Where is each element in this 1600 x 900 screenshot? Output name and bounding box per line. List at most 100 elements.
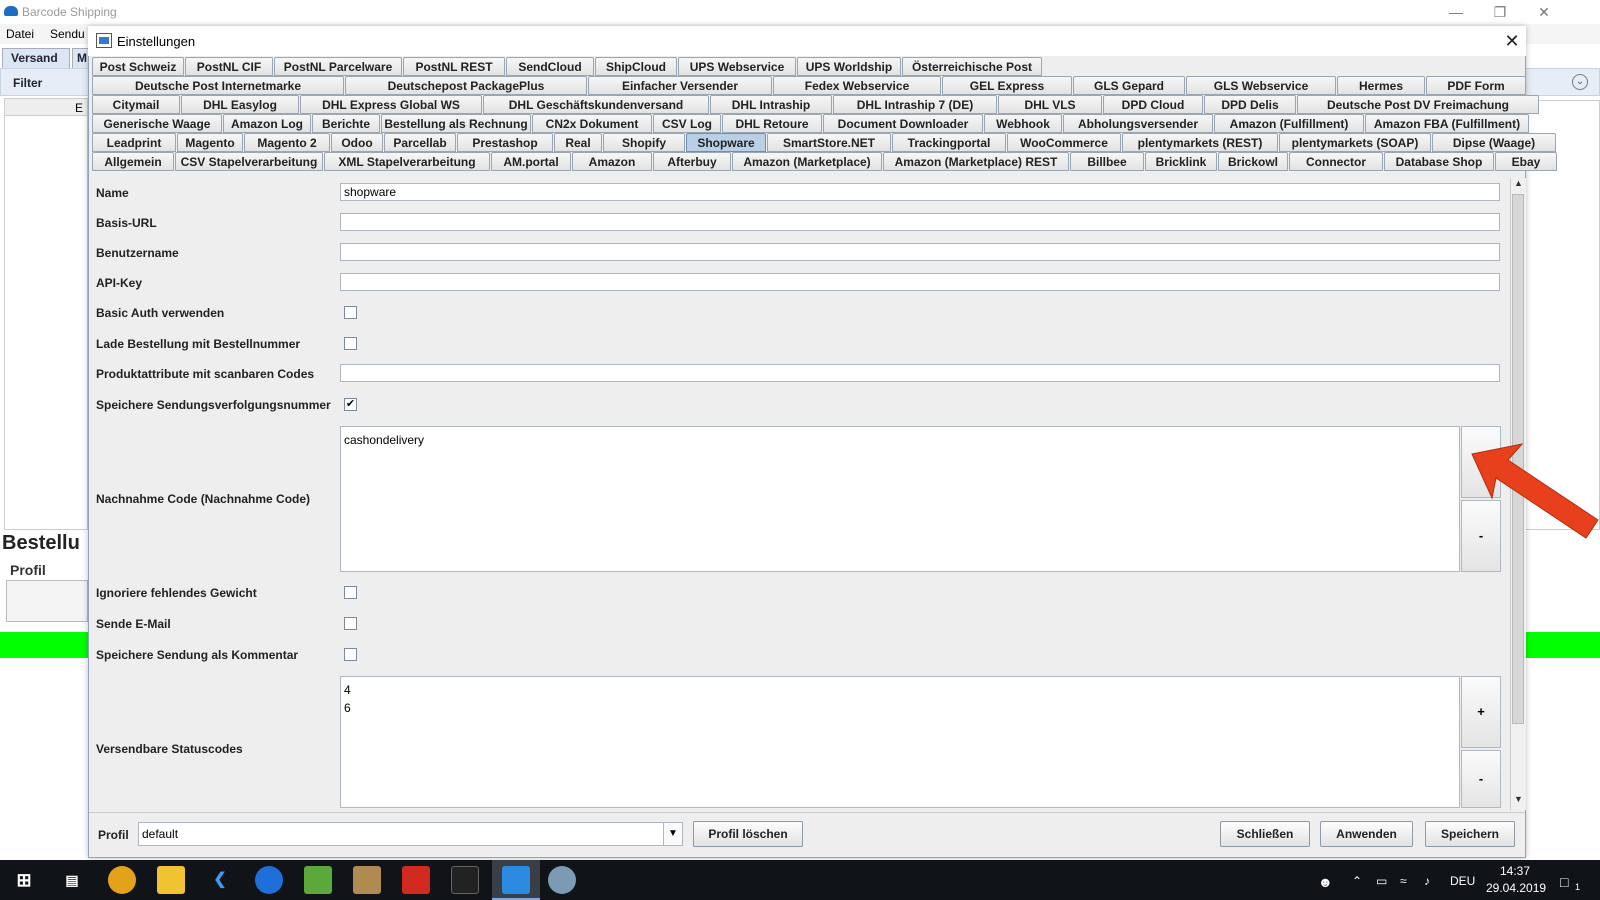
- filter-panel[interactable]: Filter: [0, 68, 90, 96]
- productattr-field[interactable]: [340, 364, 1500, 382]
- tab-dpd-cloud[interactable]: DPD Cloud: [1103, 95, 1203, 114]
- tab-xml-stapelverarbeitung[interactable]: XML Stapelverarbeitung: [324, 152, 490, 171]
- sendmail-checkbox[interactable]: [344, 617, 357, 630]
- tab-einfacher-versender[interactable]: Einfacher Versender: [588, 76, 772, 95]
- tab-real[interactable]: Real: [554, 133, 602, 152]
- scroll-down-icon[interactable]: ▼: [1511, 794, 1526, 808]
- list-item[interactable]: cashondelivery: [344, 431, 1456, 449]
- tab-parcellab[interactable]: Parcellab: [384, 133, 456, 152]
- tab-leadprint[interactable]: Leadprint: [92, 133, 176, 152]
- tab-dhl-intraship-7-de[interactable]: DHL Intraship 7 (DE): [833, 95, 997, 114]
- barcode-shipping-icon[interactable]: [502, 866, 530, 894]
- profile-combobox[interactable]: [138, 822, 664, 846]
- minimize-icon[interactable]: —: [1440, 2, 1472, 22]
- tab-smartstore-net[interactable]: SmartStore.NET: [767, 133, 891, 152]
- tab-am-portal[interactable]: AM.portal: [491, 152, 571, 171]
- tab-prestashop[interactable]: Prestashop: [457, 133, 553, 152]
- task-view-icon[interactable]: ▤: [58, 866, 86, 894]
- clock-time[interactable]: 14:37: [1500, 864, 1530, 878]
- tab-deutsche-post-internetmarke[interactable]: Deutsche Post Internetmarke: [92, 76, 344, 95]
- windows-start-icon[interactable]: ⊞: [10, 866, 38, 894]
- savetracking-checkbox[interactable]: ✔: [344, 398, 357, 411]
- tab-amazon-fulfillment[interactable]: Amazon (Fulfillment): [1214, 114, 1364, 133]
- tab-abholungsversender[interactable]: Abholungsversender: [1063, 114, 1213, 133]
- tab-dhl-vls[interactable]: DHL VLS: [998, 95, 1102, 114]
- status-add-button[interactable]: +: [1461, 676, 1501, 748]
- apikey-field[interactable]: [340, 273, 1500, 291]
- baseurl-field[interactable]: [340, 213, 1500, 231]
- tab-amazon-fba-fulfillment[interactable]: Amazon FBA (Fulfillment): [1365, 114, 1529, 133]
- status-list[interactable]: 4 6: [340, 676, 1460, 808]
- list-item[interactable]: 4: [344, 681, 1456, 699]
- tab-bestellung-als-rechnung[interactable]: Bestellung als Rechnung: [381, 114, 531, 133]
- network-icon[interactable]: ≈: [1400, 874, 1407, 888]
- tab-plentymarkets-rest[interactable]: plentymarkets (REST): [1122, 133, 1278, 152]
- ignoreweight-checkbox[interactable]: [344, 586, 357, 599]
- battery-icon[interactable]: ▭: [1376, 874, 1387, 888]
- name-field[interactable]: [340, 183, 1500, 201]
- tab-dhl-intraship[interactable]: DHL Intraship: [710, 95, 832, 114]
- tab-dhl-easylog[interactable]: DHL Easylog: [181, 95, 299, 114]
- pdf-reader-icon[interactable]: [402, 866, 430, 894]
- tab-ebay[interactable]: Ebay: [1495, 152, 1557, 171]
- tab-odoo[interactable]: Odoo: [331, 133, 383, 152]
- tab-hermes[interactable]: Hermes: [1337, 76, 1425, 95]
- tab-brickowl[interactable]: Brickowl: [1218, 152, 1288, 171]
- scroll-up-icon[interactable]: ▲: [1511, 178, 1526, 192]
- people-icon[interactable]: ☻: [1318, 874, 1333, 890]
- tab-dhl-express-global-ws[interactable]: DHL Express Global WS: [300, 95, 482, 114]
- save-button[interactable]: Speichern: [1425, 821, 1515, 847]
- tab-amazon-marketplace-rest[interactable]: Amazon (Marketplace) REST: [883, 152, 1069, 171]
- tab-österreichische-post[interactable]: Österreichische Post: [902, 57, 1042, 76]
- tab-billbee[interactable]: Billbee: [1070, 152, 1144, 171]
- tab-amazon[interactable]: Amazon: [572, 152, 652, 171]
- tab-deutsche-post-dv-freimachung[interactable]: Deutsche Post DV Freimachung: [1297, 95, 1539, 114]
- tab-allgemein[interactable]: Allgemein: [92, 152, 174, 171]
- close-button[interactable]: Schließen: [1220, 821, 1310, 847]
- tab-magento[interactable]: Magento: [177, 133, 243, 152]
- basicauth-checkbox[interactable]: [344, 306, 357, 319]
- paint-icon[interactable]: [548, 866, 576, 894]
- tab-gls-webservice[interactable]: GLS Webservice: [1186, 76, 1336, 95]
- tab-post-schweiz[interactable]: Post Schweiz: [92, 57, 184, 76]
- menu-sendungen[interactable]: Sendu: [50, 27, 85, 41]
- close-icon[interactable]: ✕: [1528, 2, 1560, 22]
- restore-icon[interactable]: ❐: [1484, 2, 1516, 22]
- tab-plentymarkets-soap[interactable]: plentymarkets (SOAP): [1279, 133, 1431, 152]
- terminal-icon[interactable]: [451, 866, 479, 894]
- volume-icon[interactable]: ♪: [1424, 874, 1430, 888]
- tab-amazon-log[interactable]: Amazon Log: [223, 114, 311, 133]
- username-field[interactable]: [340, 243, 1500, 261]
- tab-shopware[interactable]: Shopware: [686, 133, 766, 152]
- tab-csv-stapelverarbeitung[interactable]: CSV Stapelverarbeitung: [175, 152, 323, 171]
- tab-postnl-cif[interactable]: PostNL CIF: [185, 57, 273, 76]
- tab-csv-log[interactable]: CSV Log: [653, 114, 721, 133]
- tab-afterbuy[interactable]: Afterbuy: [653, 152, 731, 171]
- tab-cn2x-dokument[interactable]: CN2x Dokument: [532, 114, 652, 133]
- menu-datei[interactable]: Datei: [6, 27, 34, 41]
- chevron-down-icon[interactable]: ▼: [663, 822, 683, 846]
- tab-sendcloud[interactable]: SendCloud: [506, 57, 594, 76]
- tab-shipcloud[interactable]: ShipCloud: [595, 57, 677, 76]
- tab-pdf-form[interactable]: PDF Form: [1426, 76, 1526, 95]
- cod-list[interactable]: cashondelivery: [340, 426, 1460, 572]
- savecomment-checkbox[interactable]: [344, 648, 357, 661]
- notepad-icon[interactable]: [304, 866, 332, 894]
- tab-fedex-webservice[interactable]: Fedex Webservice: [773, 76, 941, 95]
- tab-trackingportal[interactable]: Trackingportal: [892, 133, 1006, 152]
- tab-amazon-marketplace[interactable]: Amazon (Marketplace): [732, 152, 882, 171]
- tab-generische-waage[interactable]: Generische Waage: [92, 114, 222, 133]
- notification-icon[interactable]: □: [1560, 874, 1568, 890]
- delete-profile-button[interactable]: Profil löschen: [693, 821, 803, 847]
- tab-deutschepost-packageplus[interactable]: Deutschepost PackagePlus: [345, 76, 587, 95]
- file-explorer-icon[interactable]: [157, 866, 185, 894]
- tab-gls-gepard[interactable]: GLS Gepard: [1073, 76, 1185, 95]
- tab-dhl-retoure[interactable]: DHL Retoure: [722, 114, 822, 133]
- tab-shopify[interactable]: Shopify: [603, 133, 685, 152]
- tab-magento-2[interactable]: Magento 2: [244, 133, 330, 152]
- apply-button[interactable]: Anwenden: [1320, 821, 1413, 847]
- package-icon[interactable]: [353, 866, 381, 894]
- clock-date[interactable]: 29.04.2019: [1486, 881, 1546, 895]
- tab-dhl-geschäftskundenversand[interactable]: DHL Geschäftskundenversand: [483, 95, 709, 114]
- status-remove-button[interactable]: -: [1461, 750, 1501, 808]
